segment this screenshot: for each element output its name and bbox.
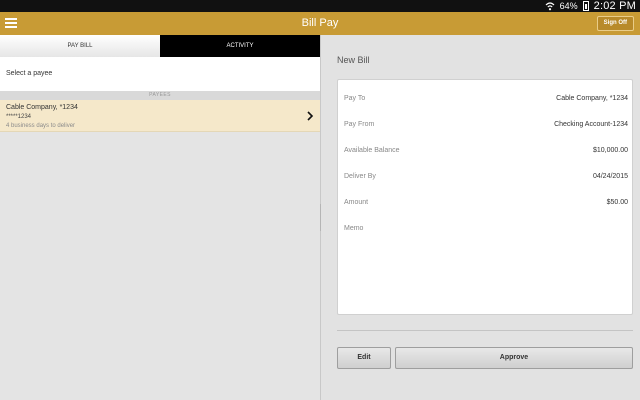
edit-button[interactable]: Edit (337, 347, 391, 369)
available-balance-label: Available Balance (344, 147, 400, 154)
approve-button[interactable]: Approve (395, 347, 633, 369)
bill-summary-card: Pay To Cable Company, *1234 Pay From Che… (337, 79, 633, 315)
amount-value: $50.00 (606, 199, 628, 206)
status-indicators: 64% 2:02 PM (545, 0, 636, 12)
available-balance-value: $10,000.00 (592, 147, 628, 154)
payee-account: *****1234 (6, 114, 32, 120)
amount-label: Amount (344, 199, 369, 206)
memo-label: Memo (344, 225, 364, 232)
bill-detail-pane: New Bill Pay To Cable Company, *1234 Pay… (321, 35, 640, 400)
pay-from-value: Checking Account-1234 (554, 121, 628, 128)
payee-list-item[interactable]: Cable Company, *1234 *****1234 4 busines… (0, 100, 320, 132)
tab-pay-bill[interactable]: PAY BILL (0, 35, 160, 57)
payees-section-header: PAYEES (0, 91, 320, 100)
sign-off-button[interactable]: Sign Off (596, 16, 634, 31)
deliver-by-value: 04/24/2015 (592, 173, 628, 180)
battery-icon (582, 1, 589, 11)
battery-percent: 64% (559, 1, 578, 11)
payee-name: Cable Company, *1234 (6, 104, 78, 111)
wifi-icon (545, 2, 555, 11)
payee-pane: PAY BILL ACTIVITY Select a payee PAYEES … (0, 35, 320, 400)
clock: 2:02 PM (593, 0, 636, 12)
select-payee-prompt: Select a payee (0, 57, 320, 91)
page-title: Bill Pay (301, 17, 339, 29)
deliver-by-row: Deliver By 04/24/2015 (338, 173, 634, 189)
payee-delivery-time: 4 business days to deliver (6, 123, 76, 129)
pay-to-value: Cable Company, *1234 (556, 95, 628, 102)
tab-bar: PAY BILL ACTIVITY (0, 35, 320, 57)
app-header: Bill Pay Sign Off (0, 12, 640, 35)
menu-button[interactable] (4, 16, 20, 30)
memo-row: Memo (338, 225, 634, 241)
pay-to-label: Pay To (344, 95, 366, 102)
divider (337, 330, 633, 331)
pay-from-label: Pay From (344, 121, 375, 128)
tab-activity[interactable]: ACTIVITY (160, 35, 320, 57)
status-bar: 64% 2:02 PM (0, 0, 640, 12)
amount-row: Amount $50.00 (338, 199, 634, 215)
pay-from-row: Pay From Checking Account-1234 (338, 121, 634, 137)
chevron-right-icon (307, 111, 314, 121)
deliver-by-label: Deliver By (344, 173, 376, 180)
available-balance-row: Available Balance $10,000.00 (338, 147, 634, 163)
new-bill-title: New Bill (337, 55, 370, 65)
pay-to-row: Pay To Cable Company, *1234 (338, 95, 634, 111)
